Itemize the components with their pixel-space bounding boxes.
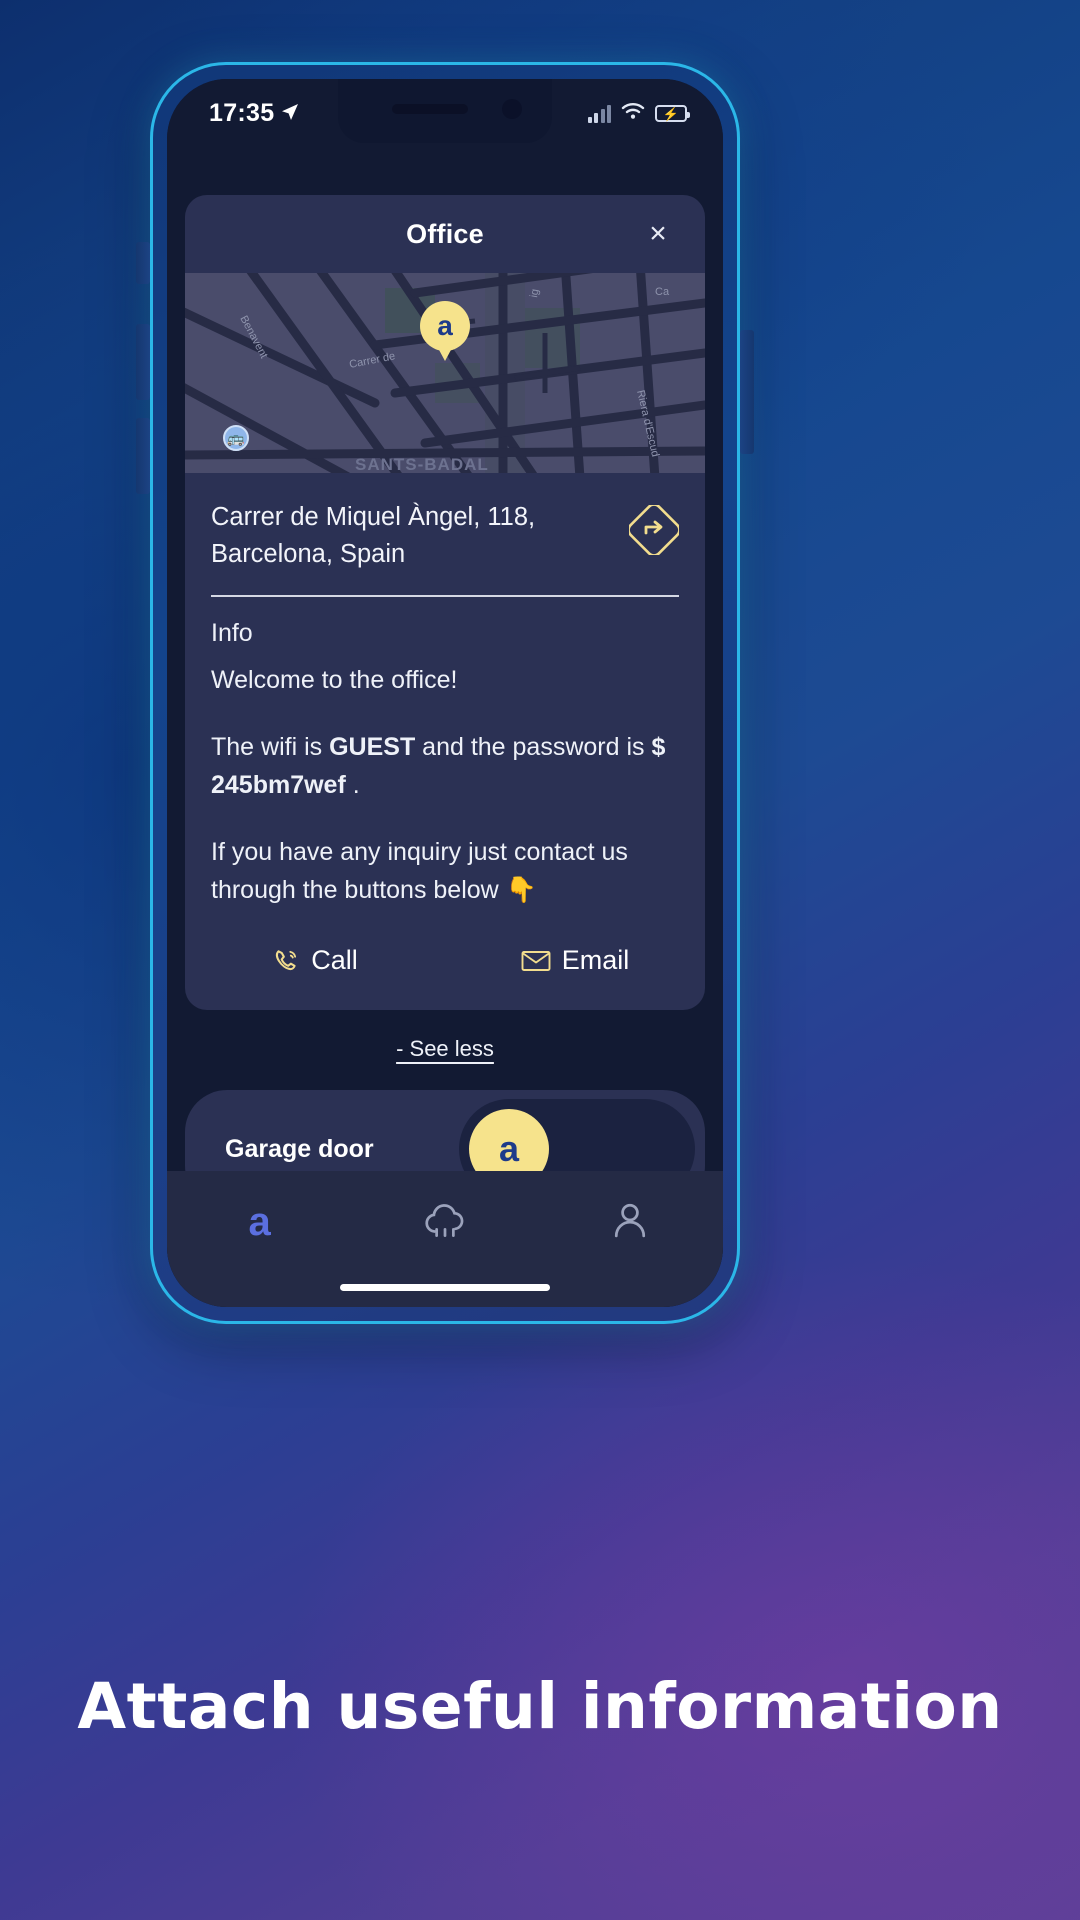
status-bar: 17:35 ⚡ <box>167 79 723 171</box>
call-button-label: Call <box>311 945 358 976</box>
svg-text:Ca: Ca <box>655 286 670 298</box>
card-header: Office × <box>185 195 705 273</box>
battery-charging-icon: ⚡ <box>655 105 690 122</box>
section-divider <box>211 594 679 597</box>
bus-stop-icon: 🚌 <box>223 425 249 451</box>
phone-volume-down-button <box>136 418 150 494</box>
info-welcome: Welcome to the office! <box>211 665 458 694</box>
close-icon[interactable]: × <box>641 217 675 251</box>
cloud-lock-icon <box>422 1202 468 1243</box>
svg-text:SANTS-BADAL: SANTS-BADAL <box>355 455 489 473</box>
contact-actions: Call Email <box>185 909 705 1010</box>
phone-call-icon <box>272 947 300 975</box>
pointing-down-icon: 👇 <box>505 875 537 904</box>
place-detail-card: Office × Benavent Carrer de ig Ca Riera … <box>185 195 705 1011</box>
call-button[interactable]: Call <box>185 945 445 976</box>
info-inquiry-line: If you have any inquiry just contact us … <box>211 834 679 909</box>
phone-mockup: Office × Benavent Carrer de ig Ca Riera … <box>136 62 754 1324</box>
page-title: Office <box>406 218 484 249</box>
map-preview[interactable]: Benavent Carrer de ig Ca Riera d'Escud S… <box>185 273 705 473</box>
phone-notch <box>338 79 552 143</box>
wifi-icon <box>621 102 645 125</box>
wifi-ssid: GUEST <box>329 733 416 762</box>
wifi-text-2: and the password is <box>415 733 652 762</box>
home-indicator <box>340 1284 550 1291</box>
info-wifi-line: The wifi is GUEST and the password is $ … <box>211 729 679 804</box>
front-camera <box>502 99 522 119</box>
phone-screen: Office × Benavent Carrer de ig Ca Riera … <box>167 79 723 1307</box>
email-button[interactable]: Email <box>445 945 705 976</box>
location-arrow-icon <box>281 99 299 128</box>
earpiece-speaker <box>392 104 468 114</box>
person-icon <box>612 1201 648 1244</box>
map-location-pin[interactable]: a <box>420 301 470 367</box>
cellular-signal-icon <box>587 104 611 123</box>
app-content: Office × Benavent Carrer de ig Ca Riera … <box>167 79 723 1307</box>
see-less-link[interactable]: - See less <box>396 1036 494 1062</box>
inquiry-text: If you have any inquiry just contact us … <box>211 838 628 904</box>
nav-item-home[interactable]: a <box>215 1192 305 1252</box>
info-section: Info Welcome to the office! The wifi is … <box>185 597 705 910</box>
wifi-text-3: . <box>345 770 360 799</box>
status-bar-time-group: 17:35 <box>209 99 299 128</box>
nav-item-cloud[interactable] <box>400 1192 490 1252</box>
status-bar-time: 17:35 <box>209 99 275 127</box>
phone-silent-switch <box>136 242 150 284</box>
device-name-label: Garage door <box>225 1134 374 1163</box>
promo-caption: Attach useful information <box>77 1670 1003 1743</box>
email-button-label: Email <box>561 945 630 976</box>
wifi-text-1: The wifi is <box>211 733 330 762</box>
status-bar-indicators: ⚡ <box>587 102 690 125</box>
address-row: Carrer de Miquel Àngel, 118, Barcelona, … <box>185 473 705 573</box>
app-logo-icon: a <box>248 1200 271 1244</box>
envelope-icon <box>521 948 551 974</box>
phone-volume-up-button <box>136 324 150 400</box>
nav-item-profile[interactable] <box>585 1192 675 1252</box>
directions-arrow-icon[interactable] <box>627 503 681 557</box>
address-text: Carrer de Miquel Àngel, 118, Barcelona, … <box>211 503 536 568</box>
info-heading: Info <box>211 618 253 647</box>
pin-lock-glyph: a <box>437 310 453 341</box>
phone-power-button <box>740 330 754 454</box>
see-less-row: - See less <box>167 1010 723 1062</box>
